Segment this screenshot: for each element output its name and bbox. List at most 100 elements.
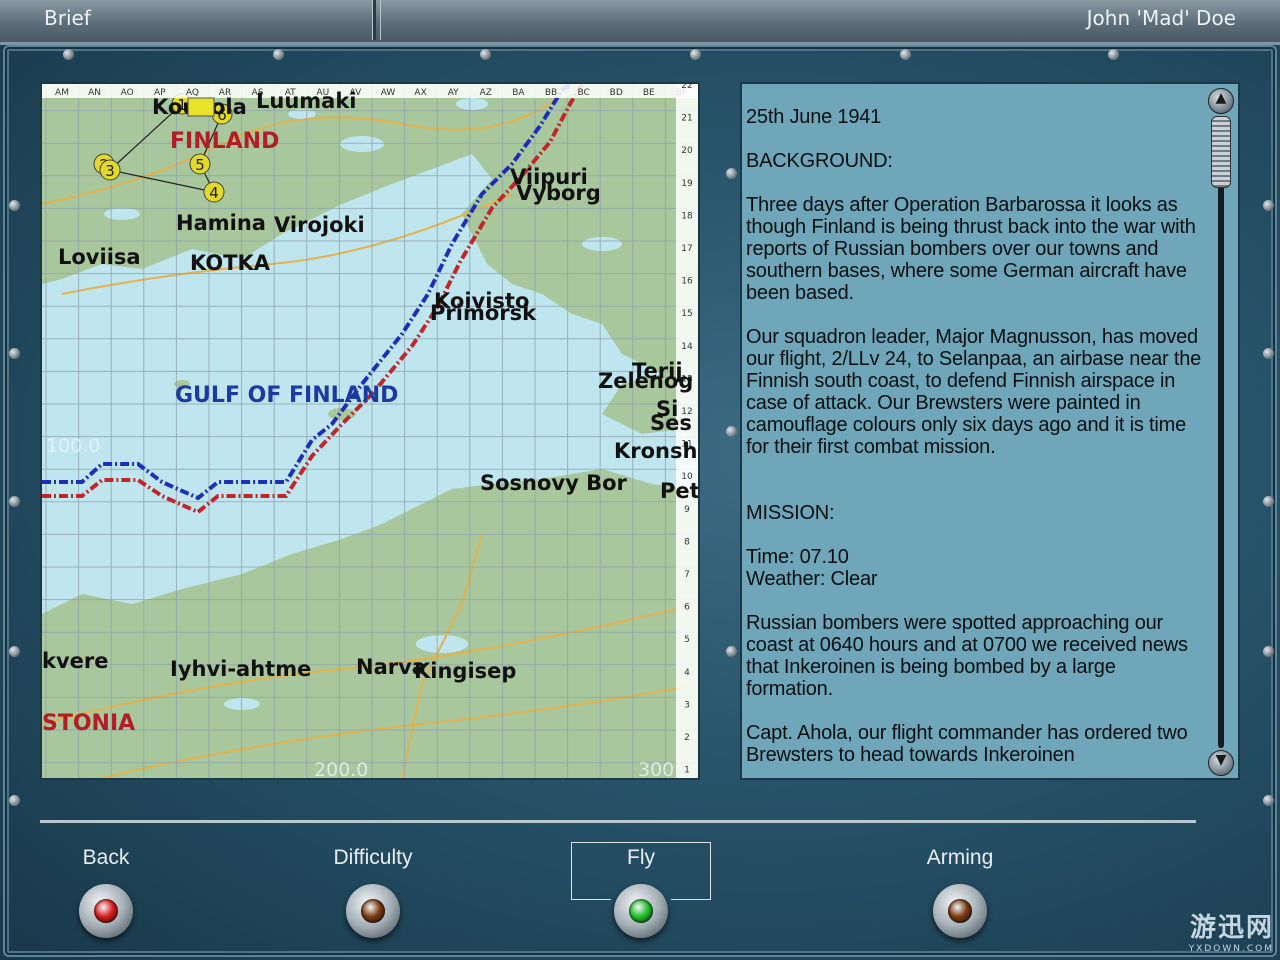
- label-luumaki: Luumaki: [256, 89, 357, 113]
- watermark-brand: 游迅网: [1189, 913, 1274, 943]
- briefing-date: 25th June 1941: [746, 106, 882, 128]
- island: [616, 410, 628, 418]
- bolt-icon: [900, 49, 911, 60]
- grid-column-label: BB: [545, 88, 557, 98]
- scroll-up-button[interactable]: ▲: [1208, 88, 1234, 114]
- bolt-icon: [9, 795, 20, 806]
- scale-top: 100.0: [46, 435, 100, 457]
- briefing-conditions: Time: 07.10 Weather: Clear: [746, 546, 878, 590]
- bolt-icon: [273, 49, 284, 60]
- bolt-icon: [1263, 348, 1274, 359]
- bolt-icon: [726, 646, 737, 657]
- bolt-icon: [1263, 200, 1274, 211]
- grid-column-label: AM: [55, 88, 69, 98]
- scroll-down-button[interactable]: ▼: [1208, 750, 1234, 776]
- divider: [40, 820, 1196, 823]
- label-gulf: GULF OF FINLAND: [175, 383, 398, 408]
- grid-row-label: 5: [684, 635, 690, 645]
- watermark: 游迅网 YXDOWN.COM: [1189, 907, 1274, 954]
- grid-column-label: AN: [88, 88, 101, 98]
- grid-row-label: 21: [681, 114, 692, 124]
- grid-column-label: BD: [610, 88, 623, 98]
- waypoint-label: 5: [195, 156, 205, 174]
- grid-column-label: BC: [577, 88, 589, 98]
- grid-row-label: 20: [681, 146, 693, 156]
- brief-tab[interactable]: Brief: [0, 0, 376, 40]
- grid-column-label: AW: [381, 88, 396, 98]
- label-kingisep: Kingisep: [414, 659, 516, 683]
- bolt-icon: [9, 200, 20, 211]
- difficulty-control: Difficulty: [303, 846, 443, 938]
- grid-column-label: BE: [643, 88, 655, 98]
- arming-control: Arming: [890, 846, 1030, 938]
- lake: [456, 98, 488, 110]
- amber-light-icon: [361, 899, 385, 923]
- lake: [104, 208, 140, 220]
- pilot-name: John 'Mad' Doe: [1086, 6, 1236, 30]
- up-arrow-icon: ▲: [1215, 90, 1227, 106]
- grid-column-label: AZ: [480, 88, 492, 98]
- grid-row-label: 3: [684, 700, 690, 710]
- map-canvas[interactable]: 123456 AMANAOAPAQARASATAUAVAWAXAYAZBABBB…: [42, 84, 698, 778]
- bolt-icon: [726, 168, 737, 179]
- scale-bottom-right: 300.0: [638, 759, 692, 778]
- lake: [340, 136, 384, 152]
- bolt-icon: [1108, 49, 1119, 60]
- label-sosnovy: Sosnovy Bor: [480, 471, 628, 495]
- bolt-icon: [63, 49, 74, 60]
- down-arrow-icon: ▼: [1215, 752, 1227, 768]
- briefing-text: 25th June 1941 BACKGROUND: Three days af…: [746, 106, 1207, 778]
- arming-label: Arming: [926, 846, 994, 869]
- fly-button[interactable]: [614, 884, 668, 938]
- arming-button[interactable]: [933, 884, 987, 938]
- grid-row-label: 4: [684, 668, 690, 678]
- briefing-paragraph: Russian bombers were spotted approaching…: [746, 612, 1194, 700]
- waypoint-label: 3: [105, 162, 115, 180]
- bolt-icon: [1263, 646, 1274, 657]
- bolt-icon: [480, 49, 491, 60]
- label-ses: Ses: [650, 411, 692, 435]
- label-estonia: STONIA: [42, 711, 135, 736]
- mission-map[interactable]: 123456 AMANAOAPAQARASATAUAVAWAXAYAZBABBB…: [40, 82, 700, 780]
- grid-column-label: AY: [448, 88, 459, 98]
- label-primorsk: Primorsk: [430, 301, 537, 325]
- scroll-track[interactable]: [1218, 116, 1224, 748]
- bolt-icon: [9, 496, 20, 507]
- top-bar: Brief John 'Mad' Doe: [0, 0, 1280, 42]
- back-control: Back: [36, 846, 176, 938]
- grid-column-label: AO: [121, 88, 134, 98]
- column-label-strip: [42, 84, 698, 98]
- briefing-scrollbar[interactable]: ▲ ▼: [1204, 86, 1236, 778]
- scale-bottom: 200.0: [314, 759, 368, 778]
- briefing-paragraph: Our squadron leader, Major Magnusson, ha…: [746, 326, 1207, 458]
- label-finland: FINLAND: [170, 129, 279, 154]
- bolt-icon: [1263, 496, 1274, 507]
- grid-row-label: 6: [684, 603, 690, 613]
- back-button[interactable]: [79, 884, 133, 938]
- grid-row-label: 9: [684, 505, 690, 515]
- grid-column-labels: AMANAOAPAQARASATAUAVAWAXAYAZBABBBCBDBEBF: [42, 84, 698, 98]
- label-vyborg: Vyborg: [516, 181, 601, 205]
- label-virojoki: Virojoki: [274, 213, 365, 237]
- grid-row-label: 17: [681, 244, 692, 254]
- grid-row-label: 8: [684, 537, 690, 547]
- difficulty-button[interactable]: [346, 884, 400, 938]
- label-kvere: kvere: [42, 649, 109, 673]
- bolt-icon: [726, 426, 737, 437]
- bolt-icon: [9, 348, 20, 359]
- airbase-icon[interactable]: [187, 97, 215, 117]
- label-hamina: Hamina: [176, 211, 266, 235]
- lake: [582, 237, 622, 251]
- scroll-thumb[interactable]: [1211, 116, 1231, 188]
- fly-control: Fly: [571, 846, 711, 938]
- briefing-paragraph: Three days after Operation Barbarossa it…: [746, 194, 1202, 304]
- label-kronsh: Kronsh: [614, 439, 697, 463]
- grid-row-label: 19: [681, 179, 693, 189]
- amber-light-icon: [948, 899, 972, 923]
- grid-row-label: 15: [681, 309, 692, 319]
- screen-title: Brief: [44, 6, 91, 30]
- briefing-panel[interactable]: 25th June 1941 BACKGROUND: Three days af…: [740, 82, 1240, 780]
- label-kotka: KOTKA: [190, 251, 271, 275]
- grid-row-label: 14: [681, 342, 693, 352]
- land-south: [42, 469, 698, 778]
